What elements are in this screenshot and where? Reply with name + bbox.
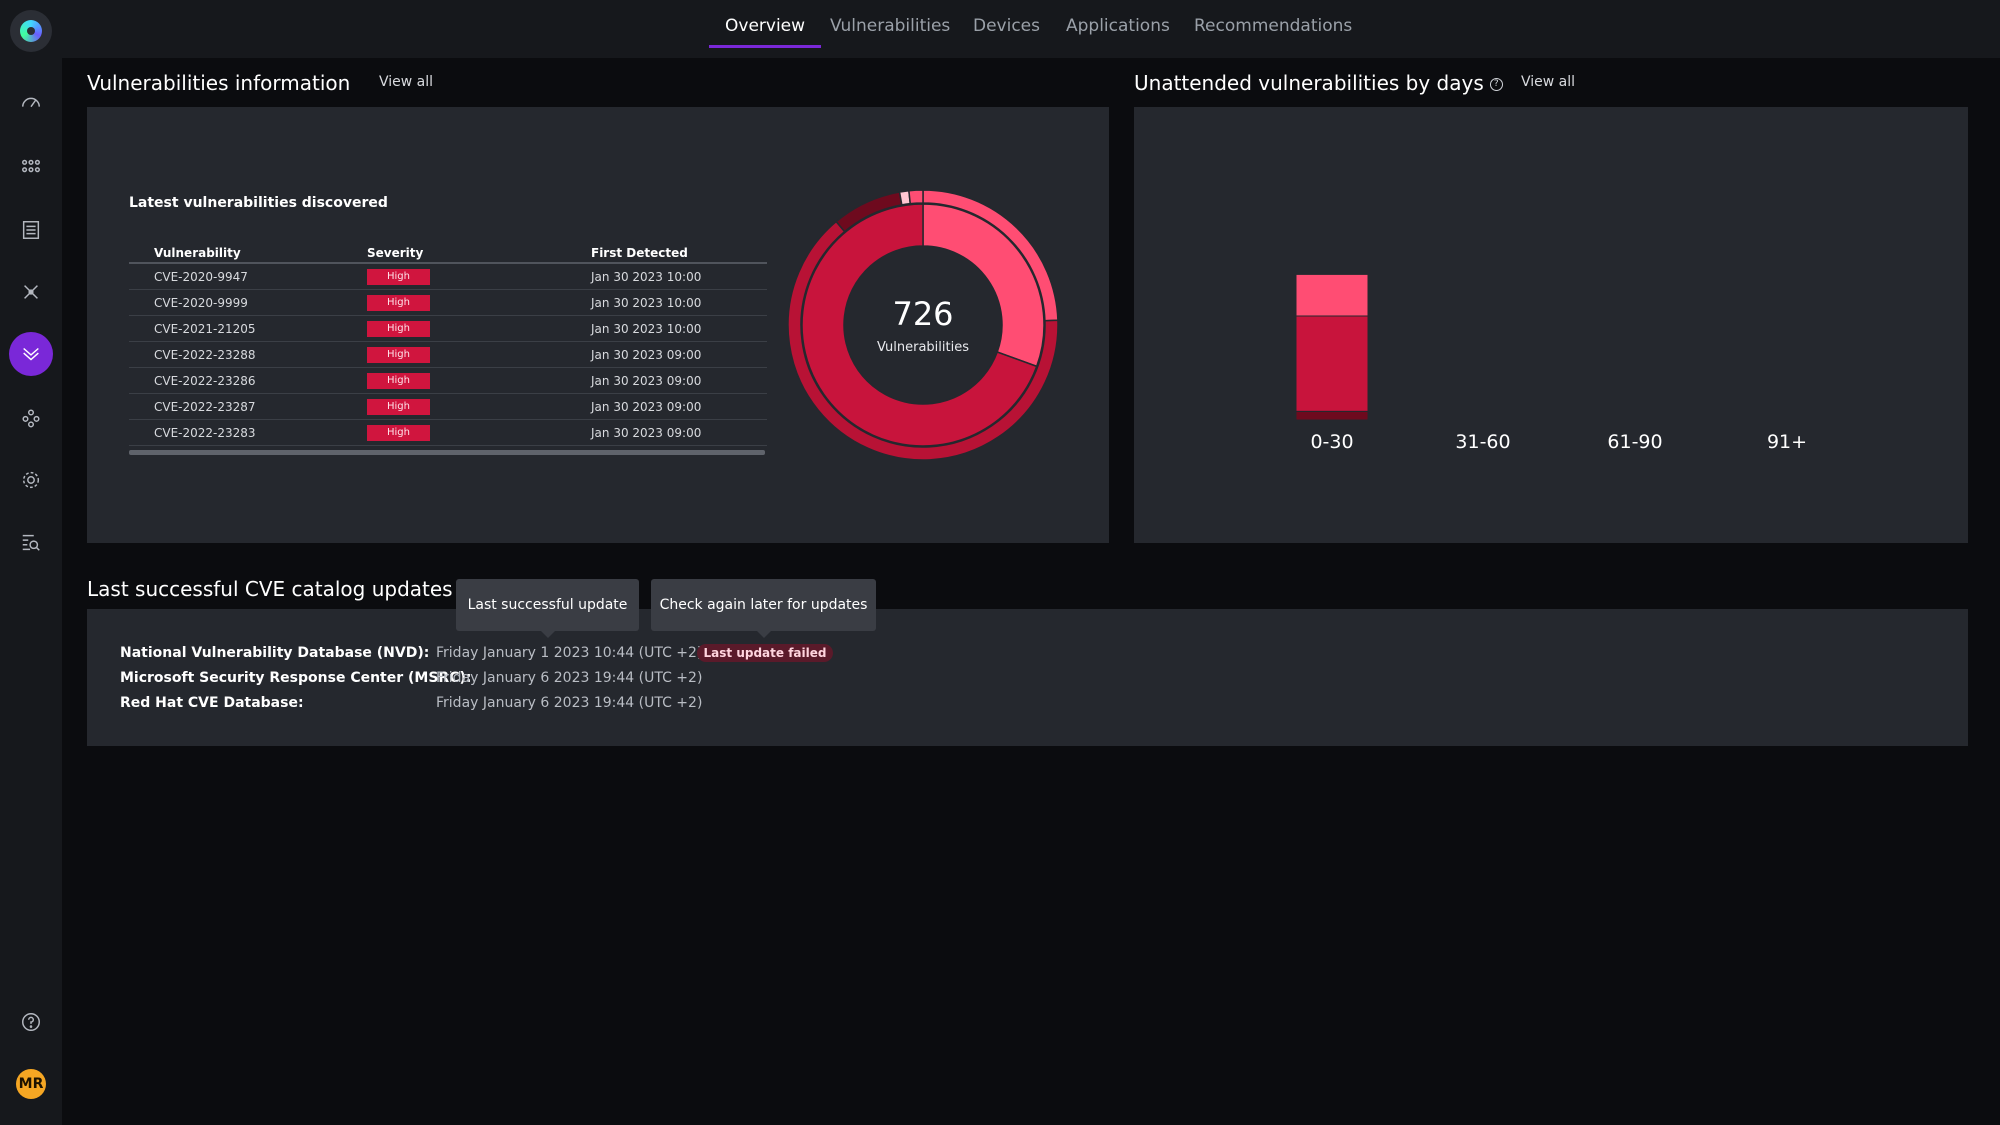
detected-date: Jan 30 2023 10:00 bbox=[591, 270, 702, 284]
bar-category-label: 61-90 bbox=[1607, 431, 1662, 453]
nodes-icon[interactable] bbox=[9, 396, 53, 440]
detected-date: Jan 30 2023 09:00 bbox=[591, 374, 702, 388]
db-update-date[interactable]: Friday January 6 2023 19:44 (UTC +2) bbox=[436, 670, 702, 686]
table-row[interactable]: CVE-2022-23283 High Jan 30 2023 09:00 bbox=[129, 420, 767, 446]
table-row[interactable]: CVE-2022-23287 High Jan 30 2023 09:00 bbox=[129, 394, 767, 420]
detected-date: Jan 30 2023 09:00 bbox=[591, 400, 702, 414]
cve-id: CVE-2022-23288 bbox=[154, 348, 256, 362]
table-scrollbar[interactable] bbox=[129, 450, 765, 455]
sidebar: MR bbox=[0, 0, 62, 1125]
detected-date: Jan 30 2023 09:00 bbox=[591, 348, 702, 362]
unattended-title: Unattended vulnerabilities by days? bbox=[1134, 71, 1503, 95]
cve-id: CVE-2022-23283 bbox=[154, 426, 256, 440]
help-icon[interactable] bbox=[9, 1000, 53, 1044]
unattended-view-all-link[interactable]: View all bbox=[1521, 74, 1575, 90]
cve-updates-title: Last successful CVE catalog updates bbox=[87, 577, 453, 601]
list-icon[interactable] bbox=[9, 208, 53, 252]
help-icon[interactable]: ? bbox=[1489, 78, 1503, 91]
grid-icon[interactable] bbox=[9, 144, 53, 188]
table-row[interactable]: CVE-2022-23286 High Jan 30 2023 09:00 bbox=[129, 368, 767, 394]
top-nav: Overview Vulnerabilities Devices Applica… bbox=[62, 0, 2000, 58]
latest-vulns-title: Latest vulnerabilities discovered bbox=[129, 195, 388, 211]
tab-recommendations[interactable]: Recommendations bbox=[1194, 16, 1352, 58]
tab-applications[interactable]: Applications bbox=[1066, 16, 1170, 58]
db-name: Microsoft Security Response Center (MSRC… bbox=[120, 670, 472, 686]
severity-badge: High bbox=[367, 425, 430, 441]
unattended-title-text: Unattended vulnerabilities by days bbox=[1134, 71, 1484, 95]
severity-badge: High bbox=[367, 321, 430, 337]
severity-badge: High bbox=[367, 269, 430, 285]
bar-0-30-segment-2[interactable] bbox=[1295, 273, 1369, 317]
donut-total: 726 bbox=[892, 295, 954, 333]
db-name: Red Hat CVE Database: bbox=[120, 695, 304, 711]
cve-id: CVE-2021-21205 bbox=[154, 322, 256, 336]
severity-badge: High bbox=[367, 373, 430, 389]
detected-date: Jan 30 2023 09:00 bbox=[591, 426, 702, 440]
detected-date: Jan 30 2023 10:00 bbox=[591, 322, 702, 336]
severity-badge: High bbox=[367, 295, 430, 311]
vulnerability-icon[interactable] bbox=[9, 332, 53, 376]
gear-icon[interactable] bbox=[9, 458, 53, 502]
table-row[interactable]: CVE-2020-9999 High Jan 30 2023 10:00 bbox=[129, 290, 767, 316]
donut-outer-slice-4[interactable] bbox=[908, 190, 924, 205]
severity-badge: High bbox=[367, 347, 430, 363]
bar-category-label: 31-60 bbox=[1455, 431, 1510, 453]
vuln-info-view-all-link[interactable]: View all bbox=[379, 74, 433, 90]
search-list-icon[interactable] bbox=[9, 520, 53, 564]
update-failed-badge[interactable]: Last update failed bbox=[697, 644, 833, 662]
table-row[interactable]: CVE-2020-9947 High Jan 30 2023 10:00 bbox=[129, 264, 767, 290]
bar-category-label: 0-30 bbox=[1310, 431, 1353, 453]
cve-id: CVE-2020-9947 bbox=[154, 270, 248, 284]
db-update-date[interactable]: Friday January 6 2023 19:44 (UTC +2) bbox=[436, 695, 702, 711]
latest-vulns-table: Vulnerability Severity First Detected CV… bbox=[129, 240, 767, 446]
cve-id: CVE-2022-23286 bbox=[154, 374, 256, 388]
bar-0-30-segment-1[interactable] bbox=[1295, 315, 1369, 412]
bar-0-30-segment-0[interactable] bbox=[1295, 410, 1369, 421]
logo-icon[interactable] bbox=[10, 10, 52, 52]
severity-badge: High bbox=[367, 399, 430, 415]
col-first-detected[interactable]: First Detected bbox=[591, 246, 688, 260]
table-row[interactable]: CVE-2022-23288 High Jan 30 2023 09:00 bbox=[129, 342, 767, 368]
cve-id: CVE-2022-23287 bbox=[154, 400, 256, 414]
bar-category-label: 91+ bbox=[1767, 431, 1807, 453]
db-name: National Vulnerability Database (NVD): bbox=[120, 645, 430, 661]
table-header: Vulnerability Severity First Detected bbox=[129, 240, 767, 264]
avatar[interactable]: MR bbox=[16, 1069, 46, 1099]
crosshair-icon[interactable] bbox=[9, 270, 53, 314]
last-successful-update-tooltip: Last successful update bbox=[456, 579, 639, 638]
tab-devices[interactable]: Devices bbox=[973, 16, 1040, 58]
tab-vulnerabilities[interactable]: Vulnerabilities bbox=[830, 16, 950, 58]
donut-total-label: Vulnerabilities bbox=[877, 340, 969, 355]
col-vulnerability[interactable]: Vulnerability bbox=[154, 246, 241, 260]
tab-overview[interactable]: Overview bbox=[708, 16, 822, 58]
vuln-info-title: Vulnerabilities information bbox=[87, 71, 351, 95]
db-update-date[interactable]: Friday January 1 2023 10:44 (UTC +2) bbox=[436, 645, 702, 661]
unattended-bar-chart: 0-30 31-60 61-90 91+ bbox=[1295, 273, 1807, 453]
check-again-tooltip: Check again later for updates bbox=[651, 579, 876, 638]
cve-id: CVE-2020-9999 bbox=[154, 296, 248, 310]
table-row[interactable]: CVE-2021-21205 High Jan 30 2023 10:00 bbox=[129, 316, 767, 342]
detected-date: Jan 30 2023 10:00 bbox=[591, 296, 702, 310]
gauge-icon[interactable] bbox=[9, 81, 53, 125]
col-severity[interactable]: Severity bbox=[367, 246, 423, 260]
